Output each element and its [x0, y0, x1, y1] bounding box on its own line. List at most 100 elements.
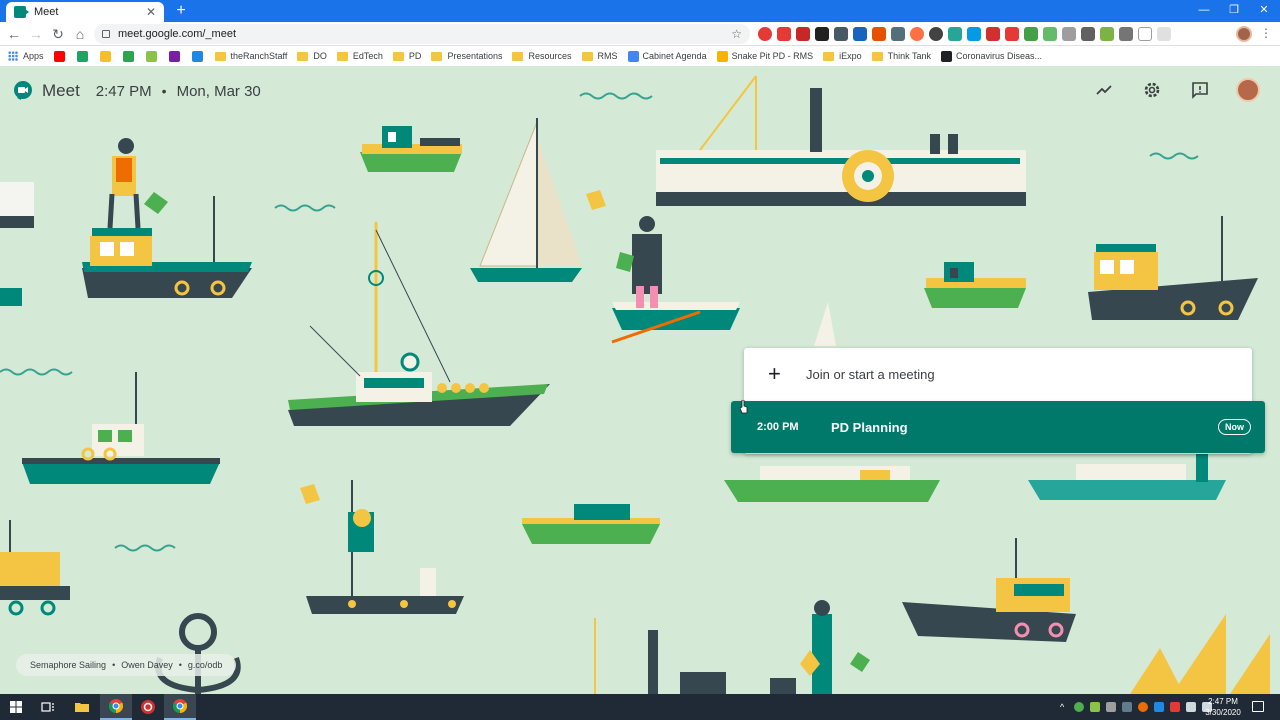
bookmarks-bar: Apps theRanchStaff DO EdTech PD Presentations… — [0, 46, 1280, 66]
diamond-extension-icon[interactable] — [967, 27, 981, 41]
chrome-profile-taskbar-button[interactable] — [164, 694, 196, 720]
green-extension-icon[interactable] — [1043, 27, 1057, 41]
bookmark-label: Resources — [528, 51, 572, 61]
bookmark-label: Coronavirus Diseas... — [955, 51, 1043, 61]
forward-button[interactable]: → — [26, 24, 46, 44]
boat-behind-card — [724, 452, 1226, 502]
bookmark-youtube[interactable] — [53, 50, 69, 62]
bookmark-apps[interactable]: Apps — [8, 51, 44, 61]
feedback-icon[interactable] — [1190, 80, 1210, 100]
tray-drive-icon[interactable] — [1106, 702, 1116, 712]
bookmark-coronavirus-diseas[interactable]: Coronavirus Diseas... — [940, 50, 1043, 62]
shield-extension-icon[interactable] — [948, 27, 962, 41]
tray-keyboard-icon[interactable] — [1122, 702, 1132, 712]
user-avatar[interactable] — [1236, 78, 1260, 102]
bookmark-think-tank[interactable]: Think Tank — [871, 51, 931, 61]
small-ferry — [360, 126, 462, 172]
bookmark-drive[interactable] — [76, 50, 92, 62]
acrobat-extension-icon[interactable] — [815, 27, 829, 41]
bookmark-snake-pit-pd-rms[interactable]: Snake Pit PD - RMS — [716, 50, 813, 62]
camera-extension-icon[interactable] — [1081, 27, 1095, 41]
taskbar-clock[interactable]: 2:47 PM 3/30/2020 — [1196, 696, 1250, 718]
illustration-credit[interactable]: Semaphore Sailing • Owen Davey • g.co/od… — [16, 654, 237, 676]
task-view-button[interactable] — [32, 694, 64, 720]
tray-nvidia-icon[interactable] — [1090, 702, 1100, 712]
chrome-taskbar-button[interactable] — [100, 694, 132, 720]
bookmark-do[interactable]: DO — [297, 51, 327, 61]
bookmark-b[interactable] — [191, 50, 207, 62]
bookmark-cabinet-agenda[interactable]: Cabinet Agenda — [627, 50, 707, 62]
bookmark-label: theRanchStaff — [230, 51, 288, 61]
wave-decoration — [579, 92, 653, 100]
pen-extension-icon[interactable] — [986, 27, 1000, 41]
bookmark-resources[interactable]: Resources — [512, 51, 572, 61]
tray-chevron-icon[interactable]: ^ — [1060, 702, 1068, 712]
file-explorer-button[interactable] — [66, 694, 98, 720]
bookmark-pd[interactable]: PD — [392, 51, 421, 61]
browser-menu-icon[interactable]: ⋮ — [1260, 26, 1272, 40]
close-window-button[interactable]: ✕ — [1248, 0, 1280, 22]
header-separator: • — [161, 83, 167, 99]
off-extension-icon[interactable] — [1005, 27, 1019, 41]
bookmark-p[interactable] — [168, 50, 184, 62]
tray-green-icon[interactable] — [1074, 702, 1084, 712]
trending-icon[interactable] — [1094, 80, 1114, 100]
bookmark-presentations[interactable]: Presentations — [431, 51, 502, 61]
drive-icon — [76, 50, 88, 62]
bookmark-sheets[interactable] — [145, 50, 161, 62]
pdf-extension-icon[interactable] — [796, 27, 810, 41]
meet-logo-icon — [14, 81, 32, 100]
restore-button[interactable]: ❐ — [1218, 0, 1250, 22]
opera-extension-icon[interactable] — [758, 27, 772, 41]
tab-close-icon[interactable]: ✕ — [146, 5, 156, 19]
orange-extension-icon[interactable] — [872, 27, 886, 41]
minimize-button[interactable]: — — [1188, 0, 1220, 22]
tray-steam-icon[interactable] — [1154, 702, 1164, 712]
browser-tab[interactable]: Meet ✕ — [6, 2, 164, 22]
bookmark-edtech[interactable]: EdTech — [336, 51, 383, 61]
meeting-item-pd-planning[interactable]: 2:00 PM PD Planning Now — [731, 401, 1265, 453]
start-button[interactable] — [0, 694, 32, 720]
bookmark-iexpo[interactable]: iExpo — [823, 51, 862, 61]
grid-extension-icon[interactable] — [891, 27, 905, 41]
bookmark-label: EdTech — [352, 51, 383, 61]
sheets-icon — [145, 50, 157, 62]
sail-peak — [814, 302, 836, 346]
browser-profile-avatar[interactable] — [1236, 26, 1252, 42]
home-button[interactable]: ⌂ — [70, 24, 90, 44]
new-tab-button[interactable]: + — [172, 2, 190, 20]
system-tray: ^ — [1060, 694, 1212, 720]
x-extension-icon[interactable] — [1062, 27, 1076, 41]
cast-icon[interactable] — [1138, 27, 1152, 41]
url-text[interactable]: meet.google.com/_meet — [118, 28, 731, 40]
bookmark-classroom[interactable] — [122, 50, 138, 62]
bookmark-star-icon[interactable]: ☆ — [731, 27, 742, 41]
screenshot-extension-icon[interactable] — [834, 27, 848, 41]
settings-gear-icon[interactable] — [1142, 80, 1162, 100]
people-extension-icon[interactable] — [1119, 27, 1133, 41]
join-meeting-button[interactable]: + Join or start a meeting — [744, 348, 1252, 400]
meeting-time: 2:00 PM — [757, 421, 799, 433]
tray-red-icon[interactable] — [1170, 702, 1180, 712]
red-extension-icon[interactable] — [777, 27, 791, 41]
bottom-right-tug — [902, 538, 1076, 642]
red-app-taskbar-button[interactable] — [132, 694, 164, 720]
back-button[interactable]: ← — [4, 24, 24, 44]
power-extension-icon[interactable] — [929, 27, 943, 41]
bookmark-keep[interactable] — [99, 50, 115, 62]
bookmark-rms[interactable]: RMS — [581, 51, 618, 61]
flag-extension-icon[interactable] — [1100, 27, 1114, 41]
boat-edge-left — [0, 182, 34, 306]
action-center-icon[interactable] — [1252, 701, 1264, 712]
reload-button[interactable]: ↻ — [48, 24, 68, 44]
tray-orange-icon[interactable] — [1138, 702, 1148, 712]
network-icon[interactable] — [1186, 702, 1196, 712]
bookmark-theranchstaff[interactable]: theRanchStaff — [214, 51, 288, 61]
fishing-boat-right — [1088, 216, 1258, 320]
address-bar[interactable]: meet.google.com/_meet ☆ — [94, 24, 750, 44]
checkbox-extension-icon[interactable] — [853, 27, 867, 41]
block-extension-icon[interactable] — [910, 27, 924, 41]
credit-link[interactable]: g.co/odb — [188, 660, 223, 670]
lock-extension-icon[interactable] — [1024, 27, 1038, 41]
extensions-puzzle-icon[interactable] — [1157, 27, 1171, 41]
